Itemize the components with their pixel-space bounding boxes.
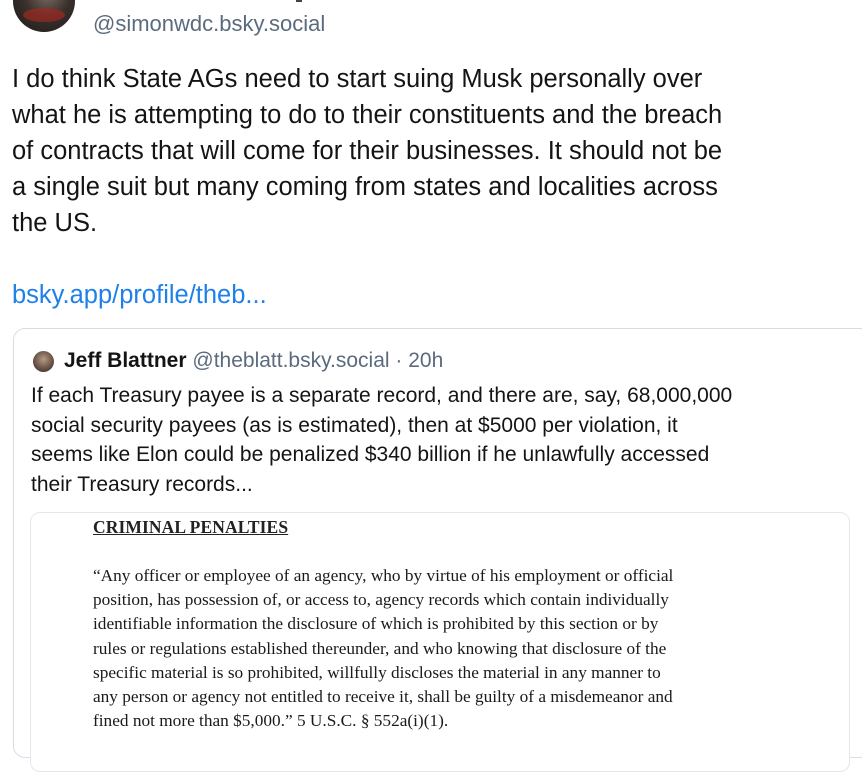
quoted-author-handle[interactable]: @theblatt.bsky.social xyxy=(192,349,389,372)
quoted-post-image[interactable]: CRIMINAL PENALTIES “Any officer or emplo… xyxy=(30,512,850,772)
quoted-post-text: If each Treasury payee is a separate rec… xyxy=(31,384,733,496)
post-text: I do think State AGs need to start suing… xyxy=(12,65,723,237)
quoted-author-name[interactable]: Jeff Blattner xyxy=(64,349,187,372)
post-author-handle[interactable]: @simonwdc.bsky.social xyxy=(93,10,325,38)
meta-separator: · xyxy=(389,349,409,372)
quoted-post-time: 20h xyxy=(408,349,444,372)
post-link[interactable]: bsky.app/profile/theb... xyxy=(12,278,267,312)
quoted-post-card[interactable]: Jeff Blattner @theblatt.bsky.social · 20… xyxy=(13,328,862,772)
document-body: “Any officer or employee of an agency, w… xyxy=(93,566,674,731)
top-edge-mark xyxy=(296,0,302,2)
quoted-author-avatar[interactable] xyxy=(33,351,54,372)
post-author-avatar[interactable] xyxy=(13,0,75,32)
document-heading: CRIMINAL PENALTIES xyxy=(93,517,289,537)
quoted-post-header: Jeff Blattner @theblatt.bsky.social · 20… xyxy=(64,347,443,375)
